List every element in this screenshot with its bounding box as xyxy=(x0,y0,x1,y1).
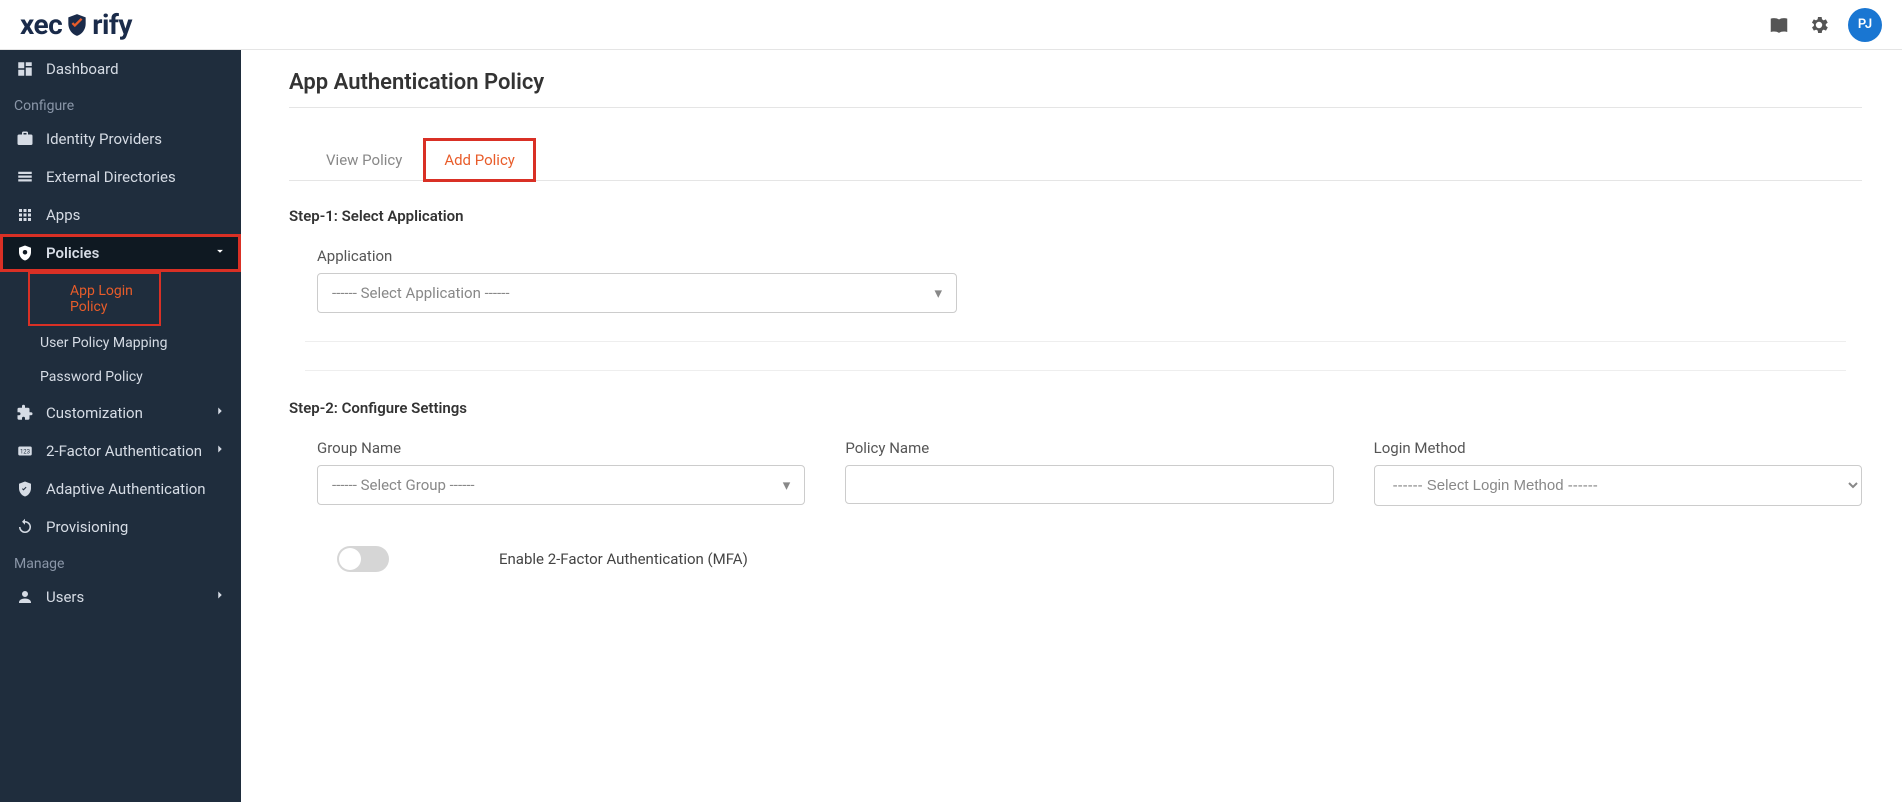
sidebar-item-users[interactable]: Users xyxy=(0,578,241,616)
tab-add-policy[interactable]: Add Policy xyxy=(423,138,536,182)
application-label: Application xyxy=(317,247,1862,265)
grid-icon xyxy=(14,206,36,224)
divider xyxy=(305,341,1846,342)
sidebar-item-provisioning[interactable]: Provisioning xyxy=(0,508,241,546)
sidebar-sub-user-policy-mapping[interactable]: User Policy Mapping xyxy=(0,326,241,360)
sidebar-section-configure: Configure xyxy=(0,88,241,120)
sidebar-item-label: Dashboard xyxy=(46,60,119,78)
policy-name-label: Policy Name xyxy=(845,439,1333,457)
group-name-label: Group Name xyxy=(317,439,805,457)
user-icon xyxy=(14,588,36,606)
chevron-down-icon xyxy=(213,244,227,262)
application-select-value: ------ Select Application ------ xyxy=(332,284,509,302)
sidebar-sub-label: App Login Policy xyxy=(70,283,133,315)
sidebar-item-label: Apps xyxy=(46,206,80,224)
puzzle-icon xyxy=(14,404,36,422)
dashboard-icon xyxy=(14,60,36,78)
header: xec rify PJ xyxy=(0,0,1902,50)
chevron-right-icon xyxy=(213,442,227,460)
caret-down-icon: ▾ xyxy=(934,284,942,302)
page-title: App Authentication Policy xyxy=(289,70,1862,108)
step2-title: Step-2: Configure Settings xyxy=(289,399,1862,417)
sidebar-section-manage: Manage xyxy=(0,546,241,578)
sidebar-item-label: Provisioning xyxy=(46,518,128,536)
sidebar-item-label: Adaptive Authentication xyxy=(46,480,206,498)
sidebar-item-label: Users xyxy=(46,588,84,606)
list-icon xyxy=(14,168,36,186)
sidebar-sub-app-login-policy[interactable]: App Login Policy xyxy=(28,272,161,326)
sidebar-item-apps[interactable]: Apps xyxy=(0,196,241,234)
caret-down-icon: ▾ xyxy=(783,476,791,494)
book-icon[interactable] xyxy=(1768,14,1790,36)
sidebar: Dashboard Configure Identity Providers E… xyxy=(0,50,241,802)
lock-icon: 123 xyxy=(14,442,36,460)
sidebar-item-idp[interactable]: Identity Providers xyxy=(0,120,241,158)
login-method-select[interactable]: ------ Select Login Method ------ xyxy=(1374,465,1862,506)
logo: xec rify xyxy=(20,8,132,41)
group-select[interactable]: ------ Select Group ------ ▾ xyxy=(317,465,805,505)
logo-shield-icon xyxy=(64,12,90,38)
chevron-right-icon xyxy=(213,404,227,422)
avatar[interactable]: PJ xyxy=(1848,8,1882,42)
sidebar-item-customization[interactable]: Customization xyxy=(0,394,241,432)
shield-icon xyxy=(14,244,36,262)
sidebar-item-2fa[interactable]: 123 2-Factor Authentication xyxy=(0,432,241,470)
policy-name-input[interactable] xyxy=(845,465,1333,504)
svg-text:123: 123 xyxy=(20,448,30,455)
step1-title: Step-1: Select Application xyxy=(289,207,1862,225)
tab-view-policy[interactable]: View Policy xyxy=(305,138,423,182)
gear-icon[interactable] xyxy=(1808,14,1830,36)
main-content: App Authentication Policy View Policy Ad… xyxy=(241,50,1902,802)
sync-icon xyxy=(14,518,36,536)
mfa-toggle[interactable] xyxy=(337,546,389,572)
sidebar-item-label: 2-Factor Authentication xyxy=(46,442,202,460)
login-method-label: Login Method xyxy=(1374,439,1862,457)
group-select-value: ------ Select Group ------ xyxy=(332,476,475,494)
briefcase-icon xyxy=(14,130,36,148)
sidebar-item-label: External Directories xyxy=(46,168,176,186)
sidebar-item-adaptive[interactable]: Adaptive Authentication xyxy=(0,470,241,508)
sidebar-item-dashboard[interactable]: Dashboard xyxy=(0,50,241,88)
logo-text-pre: xec xyxy=(20,8,62,41)
shield-check-icon xyxy=(14,480,36,498)
tab-row: View Policy Add Policy xyxy=(305,138,1862,182)
sidebar-item-extdir[interactable]: External Directories xyxy=(0,158,241,196)
application-select[interactable]: ------ Select Application ------ ▾ xyxy=(317,273,957,313)
header-actions: PJ xyxy=(1768,8,1882,42)
tab-label: View Policy xyxy=(326,151,402,169)
avatar-initials: PJ xyxy=(1858,17,1872,32)
sidebar-item-policies[interactable]: Policies xyxy=(0,234,241,272)
sidebar-sub-password-policy[interactable]: Password Policy xyxy=(0,360,241,394)
sidebar-sub-label: User Policy Mapping xyxy=(40,335,167,351)
sidebar-item-label: Customization xyxy=(46,404,143,422)
logo-text-post: rify xyxy=(92,8,132,41)
sidebar-sub-label: Password Policy xyxy=(40,369,143,385)
sidebar-item-label: Policies xyxy=(46,244,99,262)
mfa-toggle-label: Enable 2-Factor Authentication (MFA) xyxy=(499,550,748,568)
chevron-right-icon xyxy=(213,588,227,606)
sidebar-item-label: Identity Providers xyxy=(46,130,162,148)
divider xyxy=(305,370,1846,371)
tab-label: Add Policy xyxy=(444,151,515,169)
